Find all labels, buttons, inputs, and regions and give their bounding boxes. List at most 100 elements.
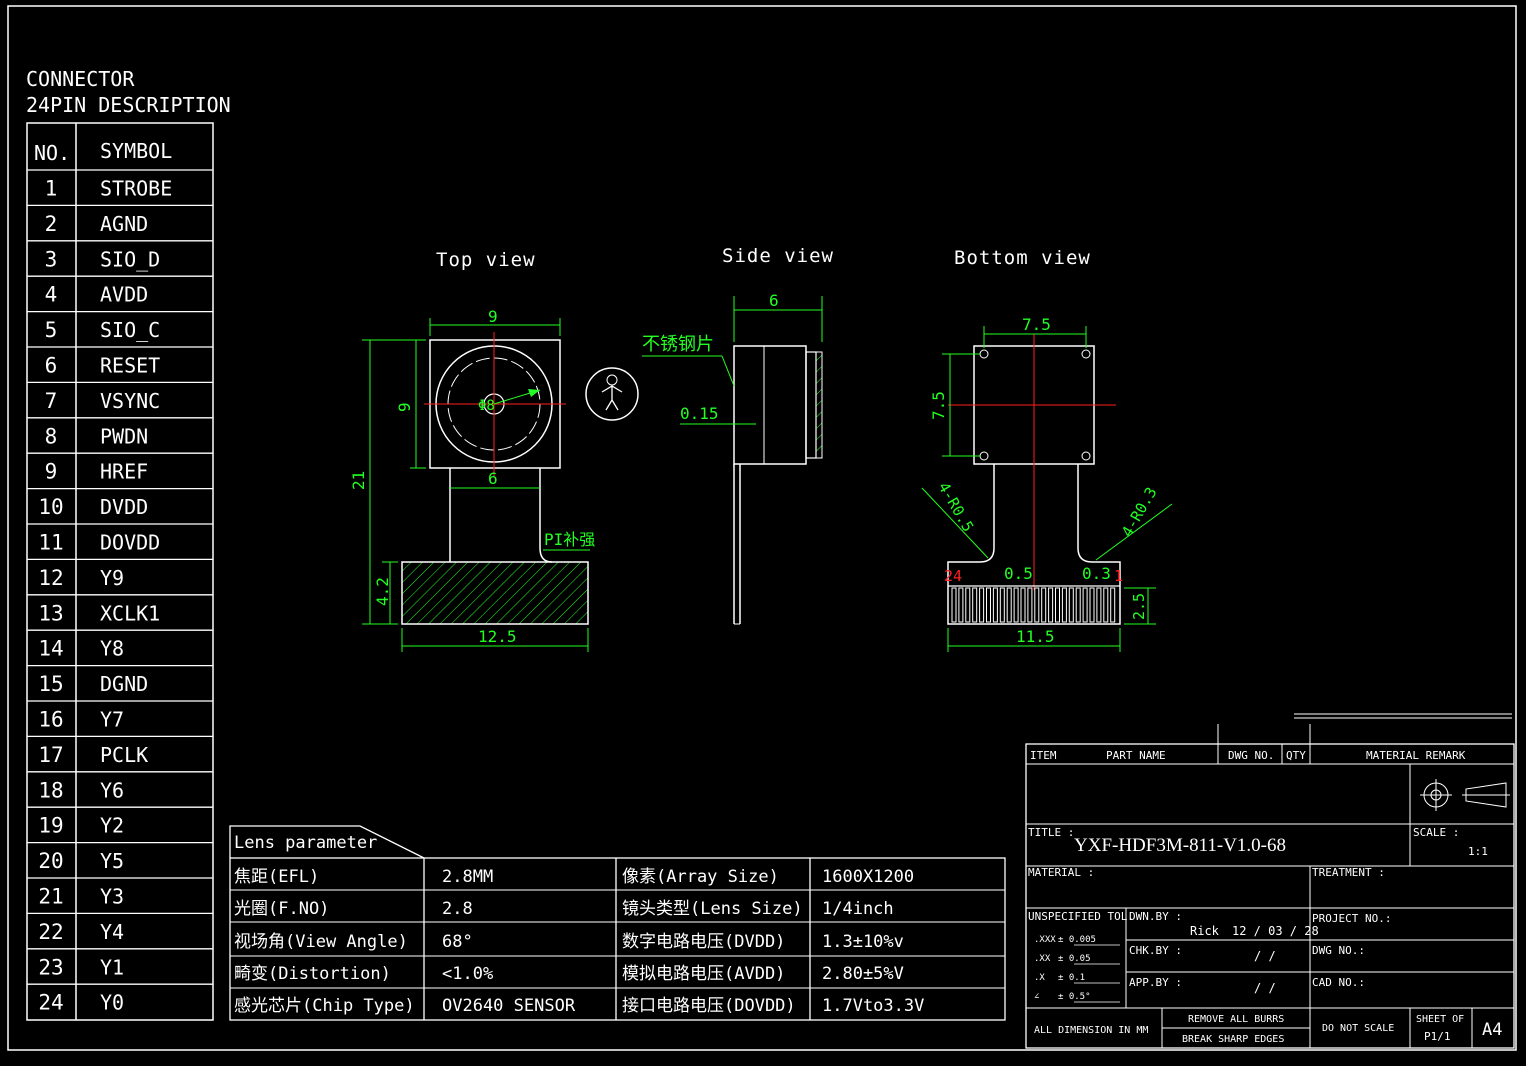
lens-param-value: <1.0%: [442, 964, 493, 984]
pin-symbol: Y4: [100, 920, 124, 944]
fpc-contact: [986, 587, 991, 623]
hdr-dwg: DWG NO.: [1228, 749, 1274, 762]
fpc-contact: [1013, 587, 1019, 623]
bottom-dim-conn-w: 11.5: [1016, 627, 1055, 646]
pin-symbol: DVDD: [100, 495, 148, 519]
tolerance-rows: .XXX ± 0.005 .XX ± 0.05 .X ± 0.1 ∠ ± 0.5°: [1034, 935, 1120, 1003]
bottom-dim-gap: 0.3: [1082, 564, 1111, 583]
top-dim-total: 21: [349, 471, 368, 490]
lens-param-value: OV2640 SENSOR: [442, 996, 576, 1016]
fpc-contact: [979, 587, 985, 623]
pin-number: 10: [38, 495, 63, 519]
pin-number: 22: [38, 920, 63, 944]
chk-date: / /: [1254, 949, 1276, 963]
pin-number: 7: [45, 389, 58, 413]
side-view-label: Side view: [722, 245, 834, 267]
top-dim-width: 9: [488, 307, 498, 326]
side-dim-plate: 0.15: [680, 404, 719, 423]
pin-number: 5: [45, 318, 58, 342]
fpc-contact: [999, 587, 1005, 623]
fpc-contact: [972, 587, 978, 623]
fpc-contact: [1027, 587, 1033, 623]
app-date: / /: [1254, 981, 1276, 995]
header-symbol: SYMBOL: [100, 139, 172, 163]
fpc-contact: [1096, 587, 1102, 623]
tol-value: ± 0.05: [1058, 954, 1091, 964]
pin-number: 21: [38, 884, 63, 908]
bottom-view: Bottom view 7.5 7.5 4-R0.5 4-R0.3 24 1 0…: [921, 247, 1173, 652]
pin-rows: 1 STROBE 2 AGND 3 SIO_D 4 AVDD 5 SIO_C 6 RESET 7 VSYN…: [27, 169, 213, 1015]
lens-param-label-2: 模拟电路电压(AVDD): [622, 964, 785, 984]
pin-number: 24: [38, 991, 63, 1015]
cadno-label: CAD NO.:: [1312, 976, 1365, 989]
pin-symbol: Y9: [100, 566, 124, 590]
tol-label: UNSPECIFIED TOL.: [1028, 910, 1134, 923]
pin-number: 15: [38, 672, 63, 696]
lens-param-label: 畸变(Distortion): [234, 964, 391, 984]
pin-number: 13: [38, 601, 63, 625]
lens-param-label: 感光芯片(Chip Type): [234, 996, 415, 1016]
dwn-name: Rick: [1190, 924, 1220, 938]
pin-number: 19: [38, 814, 63, 838]
connector-title-line1: CONNECTOR: [26, 67, 135, 91]
title-value: YXF-HDF3M-811-V1.0-68: [1074, 835, 1286, 856]
pin-number: 9: [45, 460, 58, 484]
cad-drawing: CONNECTOR 24PIN DESCRIPTION NO. SYMBOL 1…: [7, 5, 1517, 1051]
lens-param-label-2: 数字电路电压(DVDD): [622, 932, 785, 952]
dwn-label: DWN.BY :: [1129, 910, 1182, 923]
tol-key: .XX: [1034, 954, 1051, 964]
fpc-contact: [1041, 587, 1047, 623]
pin-symbol: DGND: [100, 672, 148, 696]
chk-label: CHK.BY :: [1129, 944, 1182, 957]
pin-number: 8: [45, 424, 58, 448]
bottom-dim-hole-w: 7.5: [1022, 315, 1051, 334]
title-block: ITEM PART NAME DWG NO. QTY MATERIAL REMA…: [1025, 713, 1515, 1049]
top-dim-height: 9: [395, 402, 414, 412]
pin-symbol: DOVDD: [100, 530, 160, 554]
fpc-contact: [1068, 587, 1074, 623]
pin-number: 18: [38, 778, 63, 802]
pin-symbol: AVDD: [100, 283, 148, 307]
fpc-contact: [1034, 587, 1040, 623]
tol-value: ± 0.5°: [1058, 992, 1091, 1002]
project-label: PROJECT NO.:: [1312, 912, 1391, 925]
dwgno-label: DWG NO.:: [1312, 944, 1365, 957]
pin-symbol: XCLK1: [100, 601, 160, 625]
lens-param-label-2: 镜头类型(Lens Size): [622, 899, 803, 919]
pin-number: 14: [38, 637, 63, 661]
treatment-label: TREATMENT :: [1312, 866, 1385, 879]
note-left: 4-R0.5: [935, 479, 978, 535]
fpc-contact: [1061, 587, 1067, 623]
pin-symbol: RESET: [100, 353, 160, 377]
lens-param-value: 68°: [442, 932, 473, 952]
scale-label: SCALE :: [1413, 826, 1459, 839]
lens-param-value-2: 1.7Vto3.3V: [822, 996, 924, 1016]
fpc-contact: [1082, 587, 1088, 623]
pi-note: PI补强: [544, 530, 595, 549]
pin-symbol: Y3: [100, 884, 124, 908]
bottom-dim-hole-h: 7.5: [929, 391, 948, 420]
bottom-dim-conn-h: 2.5: [1130, 593, 1148, 620]
material-label: MATERIAL :: [1028, 866, 1094, 879]
pin-symbol: Y1: [100, 955, 124, 979]
tol-key: .XXX: [1034, 935, 1056, 945]
app-label: APP.BY :: [1129, 976, 1182, 989]
sheet-size: A4: [1482, 1020, 1502, 1040]
fpc-contact: [1110, 587, 1116, 623]
hdr-item: ITEM: [1030, 749, 1057, 762]
lens-param-value: 2.8MM: [442, 867, 493, 887]
drawing-frame: [7, 5, 1517, 1051]
top-dim-stiffener-w: 12.5: [478, 627, 517, 646]
header-no: NO.: [34, 141, 70, 165]
lens-param-label: 焦距(EFL): [234, 867, 319, 887]
pin-number: 6: [45, 353, 58, 377]
pin-symbol: Y0: [100, 991, 124, 1015]
lens-param-value-2: 1600X1200: [822, 867, 914, 887]
lens-param-label-2: 像素(Array Size): [622, 867, 779, 887]
fpc-contact: [1089, 587, 1095, 623]
top-view-label: Top view: [436, 249, 536, 271]
pin-number: 16: [38, 707, 63, 731]
do-not-scale: DO NOT SCALE: [1322, 1023, 1394, 1034]
lens-param-label: 视场角(View Angle): [234, 932, 408, 952]
scale-value: 1:1: [1468, 845, 1488, 858]
